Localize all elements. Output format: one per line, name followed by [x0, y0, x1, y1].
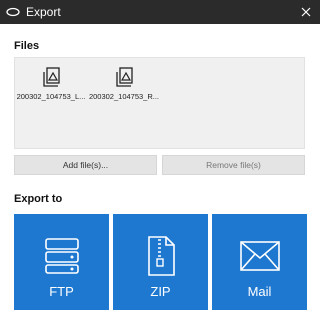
file-item[interactable]: 200302_104753_R... [88, 66, 160, 101]
image-file-icon [116, 67, 133, 87]
file-name: 200302_104753_R... [88, 92, 160, 101]
export-zip-label: ZIP [150, 284, 171, 299]
zip-file-icon [113, 236, 208, 276]
export-to-heading: Export to [14, 193, 63, 205]
file-item[interactable]: 200302_104753_L... [15, 66, 87, 101]
export-ftp-button[interactable]: FTP [14, 214, 109, 310]
envelope-icon [212, 236, 307, 276]
export-mail-label: Mail [247, 284, 272, 299]
files-list[interactable]: 200302_104753_L... 200302_104753_R... [14, 57, 305, 149]
files-heading: Files [14, 40, 40, 52]
export-mail-button[interactable]: Mail [212, 214, 307, 310]
server-drive-icon [14, 236, 109, 276]
remove-files-button[interactable]: Remove file(s) [162, 155, 305, 175]
image-file-icon [43, 67, 60, 87]
export-ftp-label: FTP [49, 284, 74, 299]
add-files-button[interactable]: Add file(s)... [14, 155, 157, 175]
export-zip-button[interactable]: ZIP [113, 214, 208, 310]
file-name: 200302_104753_L... [16, 92, 86, 101]
window-title: Export [26, 5, 61, 19]
close-icon[interactable] [292, 0, 320, 24]
title-bar: Export [0, 0, 320, 24]
app-icon [6, 7, 20, 17]
